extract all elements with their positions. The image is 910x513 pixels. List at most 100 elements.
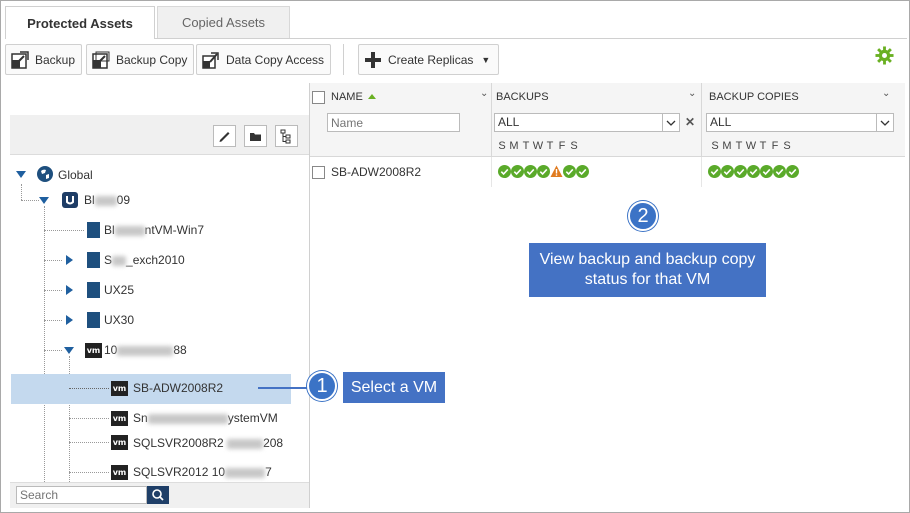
search-icon <box>152 489 164 501</box>
backups-status-icons <box>498 165 589 178</box>
expand-arrow-icon[interactable] <box>66 285 73 295</box>
node-label: 208 <box>263 436 284 450</box>
clear-filter-icon[interactable]: ✕ <box>685 115 695 129</box>
step-2-callout: View backup and backup copy status for t… <box>529 243 766 297</box>
globe-icon <box>37 166 53 182</box>
collapse-arrow-icon[interactable] <box>16 171 26 178</box>
tree-connector <box>21 200 39 201</box>
node-label: 7 <box>265 465 272 479</box>
success-status-icon[interactable] <box>537 165 550 178</box>
tree-connector <box>44 320 62 321</box>
success-status-icon[interactable] <box>760 165 773 178</box>
vm-icon: vm <box>111 435 128 450</box>
node-label: 10 <box>104 343 118 357</box>
column-divider <box>701 83 702 157</box>
backup-copy-button-label: Backup Copy <box>116 52 188 67</box>
collapse-arrow-icon[interactable] <box>64 347 74 354</box>
step-2-text-line-2: status for that VM <box>584 271 711 288</box>
vm-icon: vm <box>111 381 128 396</box>
redacted-text <box>227 438 264 449</box>
tree-node-vm[interactable]: SQLSVR2008R2 208 <box>133 436 283 450</box>
chevron-down-icon[interactable]: ⌄ <box>688 88 696 99</box>
chevron-down-icon <box>666 120 676 126</box>
search-button[interactable] <box>147 486 169 504</box>
tree-node-server[interactable]: Bl ntVM-Win7 <box>104 223 204 237</box>
backup-button-label: Backup <box>35 52 76 67</box>
redacted-text <box>147 413 228 424</box>
tree-connector <box>69 442 109 443</box>
tab-protected-assets[interactable]: Protected Assets <box>5 6 155 39</box>
backup-button[interactable]: Backup <box>5 44 83 75</box>
tree-connector <box>44 230 84 231</box>
server-icon <box>87 222 100 238</box>
success-status-icon[interactable] <box>498 165 511 178</box>
tree-connector <box>69 418 109 419</box>
success-status-icon[interactable] <box>563 165 576 178</box>
tree-node-server[interactable]: S _exch2010 <box>104 253 185 267</box>
tree-view-button[interactable] <box>275 125 298 147</box>
vm-icon: vm <box>111 465 128 480</box>
success-status-icon[interactable] <box>524 165 537 178</box>
column-header-backup-copies[interactable]: BACKUP COPIES <box>709 91 799 103</box>
copies-filter-value: ALL <box>710 115 732 129</box>
tree-node-vm-selected[interactable]: SB-ADW2008R2 <box>133 381 223 395</box>
dropdown-button[interactable] <box>876 114 893 131</box>
data-copy-access-button[interactable]: Data Copy Access <box>196 44 332 75</box>
expand-arrow-icon[interactable] <box>66 255 73 265</box>
row-asset-name[interactable]: SB-ADW2008R2 <box>331 165 421 179</box>
warning-status-icon[interactable] <box>550 165 563 178</box>
name-filter-input[interactable] <box>327 113 460 132</box>
callout-connector <box>258 387 310 389</box>
success-status-icon[interactable] <box>511 165 524 178</box>
step-2-badge: 2 <box>628 201 658 231</box>
tree-node-vcenter[interactable]: 10 88 <box>104 343 187 357</box>
select-all-checkbox[interactable] <box>312 91 325 104</box>
row-checkbox[interactable] <box>312 166 325 179</box>
success-status-icon[interactable] <box>576 165 589 178</box>
backup-copy-button[interactable]: Backup Copy <box>86 44 195 75</box>
success-status-icon[interactable] <box>773 165 786 178</box>
create-replicas-button[interactable]: Create Replicas ▼ <box>358 44 500 75</box>
backups-filter-select[interactable]: ALL <box>494 113 680 132</box>
chevron-down-icon[interactable]: ⌄ <box>882 88 890 99</box>
node-label: SQLSVR2012 10 <box>133 465 226 479</box>
chevron-down-icon[interactable]: ⌄ <box>480 88 488 99</box>
dropdown-button[interactable] <box>662 114 679 131</box>
node-label: _exch2010 <box>126 253 185 267</box>
tree-search-input[interactable] <box>16 486 147 504</box>
gear-icon[interactable] <box>875 46 894 65</box>
column-header-backups[interactable]: BACKUPS <box>496 91 549 103</box>
backup-copy-icon <box>92 51 110 69</box>
tree-node-vm[interactable]: Sn ystemVM <box>133 411 278 425</box>
backups-weekday-labels: SMTWTFS <box>498 140 578 152</box>
tree-node-server[interactable]: UX25 <box>104 283 134 297</box>
tree-connector <box>44 350 62 351</box>
tree-node-global[interactable]: Global <box>58 168 93 182</box>
node-label: ystemVM <box>227 411 278 425</box>
server-icon <box>87 252 100 268</box>
folder-button[interactable] <box>244 125 267 147</box>
column-divider <box>491 83 492 157</box>
tree-node-server[interactable]: UX30 <box>104 313 134 327</box>
edit-button[interactable] <box>213 125 236 147</box>
tree-node-vm[interactable]: SQLSVR2012 10 7 <box>133 465 272 479</box>
tree-node-appliance[interactable]: Bl 09 <box>84 193 130 207</box>
server-icon <box>87 312 100 328</box>
success-status-icon[interactable] <box>786 165 799 178</box>
success-status-icon[interactable] <box>708 165 721 178</box>
node-label: Bl <box>104 223 115 237</box>
success-status-icon[interactable] <box>721 165 734 178</box>
copies-filter-select[interactable]: ALL <box>706 113 894 132</box>
tree-connector <box>21 184 22 200</box>
redacted-text <box>94 195 117 206</box>
step-1-badge: 1 <box>307 371 337 401</box>
tree-connector <box>44 206 45 482</box>
node-label: S <box>104 253 113 267</box>
column-header-name[interactable]: NAME <box>331 91 363 103</box>
success-status-icon[interactable] <box>734 165 747 178</box>
expand-arrow-icon[interactable] <box>66 315 73 325</box>
vm-icon: vm <box>111 411 128 426</box>
success-status-icon[interactable] <box>747 165 760 178</box>
collapse-arrow-icon[interactable] <box>39 197 49 204</box>
tab-copied-assets[interactable]: Copied Assets <box>157 6 290 38</box>
